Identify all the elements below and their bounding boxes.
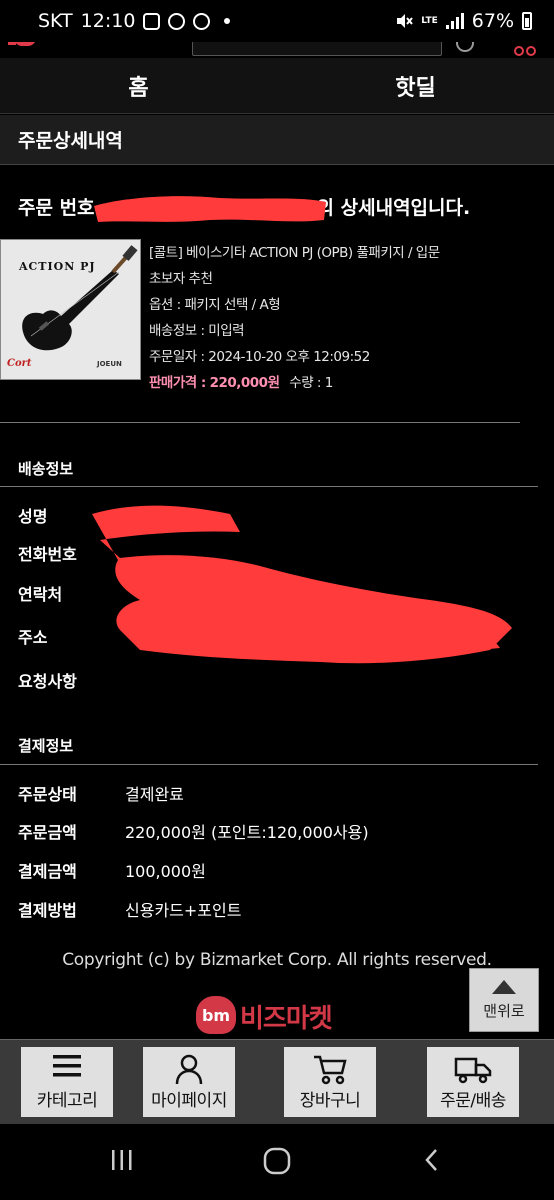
bottom-tab-order-delivery[interactable]: 주문/배송 bbox=[427, 1047, 519, 1117]
signal-icon bbox=[445, 13, 464, 29]
truck-icon bbox=[454, 1057, 492, 1084]
system-nav-bar bbox=[0, 1124, 554, 1200]
tab-hotdeal[interactable]: 핫딜 bbox=[277, 58, 554, 113]
logo-mark: bm bbox=[196, 996, 236, 1034]
label-address: 주소 bbox=[18, 628, 48, 647]
bottom-tab-label: 카테고리 bbox=[36, 1091, 98, 1111]
chat-icon bbox=[193, 12, 211, 30]
bottom-tab-label: 장바구니 bbox=[299, 1091, 361, 1111]
cart-icon bbox=[314, 1055, 347, 1085]
scroll-top-label: 맨위로 bbox=[483, 1001, 525, 1020]
notification-dot bbox=[224, 18, 231, 24]
price-value: 220,000원 bbox=[209, 375, 280, 391]
delivery-section-title: 배송정보 bbox=[18, 460, 74, 478]
label-name: 성명 bbox=[18, 507, 48, 526]
label-payment-method: 결제방법 bbox=[18, 901, 77, 920]
payment-section-title: 결제정보 bbox=[18, 737, 74, 755]
label-request: 요청사항 bbox=[18, 672, 77, 691]
bottom-tab-label: 마이페이지 bbox=[151, 1091, 227, 1111]
messenger-icon bbox=[168, 12, 186, 30]
main-nav: 홈 핫딜 bbox=[0, 58, 554, 114]
product-name[interactable]: [콜트] 베이스기타 ACTION PJ (OPB) 풀패키지 / 입문 bbox=[149, 240, 549, 266]
bottom-tab-cart[interactable]: 장바구니 bbox=[284, 1047, 376, 1117]
product-price-line: 판매가격 : 220,000원 수량 : 1 bbox=[149, 370, 549, 396]
value-order-amount: 220,000원 (포인트:120,000사용) bbox=[125, 823, 369, 842]
page-title: 주문상세내역 bbox=[18, 130, 123, 152]
divider bbox=[0, 486, 538, 487]
redaction-order-number bbox=[94, 196, 326, 222]
header-cart-icon[interactable] bbox=[512, 42, 536, 56]
bottom-tab-bar: 카테고리 마이페이지 장바구니 주문/배송 bbox=[0, 1039, 554, 1124]
site-logo[interactable] bbox=[8, 42, 78, 54]
carrier-label: SKT bbox=[38, 10, 73, 32]
status-bar: SKT 12:10 LTE 67% bbox=[0, 0, 554, 42]
network-type: LTE bbox=[421, 15, 438, 26]
label-order-status: 주문상태 bbox=[18, 785, 77, 804]
bass-guitar-image bbox=[22, 245, 138, 351]
label-paid-amount: 결제금액 bbox=[18, 862, 77, 881]
quantity: 수량 : 1 bbox=[289, 375, 333, 391]
bottom-tab-mypage[interactable]: 마이페이지 bbox=[143, 1047, 235, 1117]
value-order-status: 결제완료 bbox=[125, 785, 184, 804]
value-paid-amount: 100,000원 bbox=[125, 862, 206, 881]
thumb-brand: Cort bbox=[7, 358, 32, 369]
product-image[interactable]: ACTION PJ Cort JOEUN bbox=[0, 239, 141, 380]
scroll-top-button[interactable]: 맨위로 bbox=[469, 968, 539, 1032]
divider bbox=[0, 422, 520, 423]
product-name-cont[interactable]: 초보자 추천 bbox=[149, 266, 549, 292]
price-label: 판매가격 : bbox=[149, 375, 206, 391]
arrow-up-icon bbox=[492, 979, 516, 994]
label-contact: 연락처 bbox=[18, 585, 63, 604]
recent-apps-icon[interactable] bbox=[108, 1146, 136, 1174]
label-phone: 전화번호 bbox=[18, 545, 77, 564]
redaction-delivery-info bbox=[92, 505, 512, 664]
clock: 12:10 bbox=[80, 10, 136, 32]
logo-name: 비즈마켓 bbox=[240, 1004, 333, 1034]
bottom-tab-category[interactable]: 카테고리 bbox=[21, 1047, 113, 1117]
divider bbox=[0, 764, 538, 765]
status-right: LTE 67% bbox=[395, 10, 532, 32]
person-icon bbox=[175, 1054, 203, 1085]
product-order-date: 주문일자 : 2024-10-20 오후 12:09:52 bbox=[149, 349, 370, 365]
menu-icon bbox=[53, 1055, 81, 1077]
battery-percent: 67% bbox=[471, 10, 514, 32]
product-shipping: 배송정보 : 미입력 bbox=[149, 323, 245, 339]
gallery-icon bbox=[143, 12, 161, 30]
search-icon[interactable] bbox=[456, 42, 474, 52]
tab-home[interactable]: 홈 bbox=[0, 58, 277, 113]
value-payment-method: 신용카드+포인트 bbox=[125, 901, 242, 920]
page-title-bar: 주문상세내역 bbox=[0, 115, 554, 165]
footer-logo[interactable]: bm 비즈마켓 bbox=[196, 996, 366, 1036]
bottom-tab-label: 주문/배송 bbox=[440, 1091, 506, 1111]
mute-icon bbox=[397, 14, 413, 28]
status-left: SKT 12:10 bbox=[38, 10, 395, 32]
label-order-amount: 주문금액 bbox=[18, 823, 77, 842]
order-heading-prefix: 주문 번호 bbox=[18, 197, 95, 219]
home-icon[interactable] bbox=[262, 1146, 292, 1176]
order-heading-suffix: 의 상세내역입니다. bbox=[316, 197, 471, 219]
product-info: [콜트] 베이스기타 ACTION PJ (OPB) 풀패키지 / 입문 초보자… bbox=[149, 240, 549, 396]
site-header bbox=[0, 42, 554, 58]
back-icon[interactable] bbox=[420, 1146, 444, 1174]
thumb-maker: JOEUN bbox=[97, 360, 122, 368]
battery-icon bbox=[522, 12, 532, 30]
copyright: Copyright (c) by Bizmarket Corp. All rig… bbox=[62, 950, 492, 970]
product-option: 옵션 : 패키지 선택 / A형 bbox=[149, 297, 281, 313]
search-input[interactable] bbox=[192, 42, 442, 56]
